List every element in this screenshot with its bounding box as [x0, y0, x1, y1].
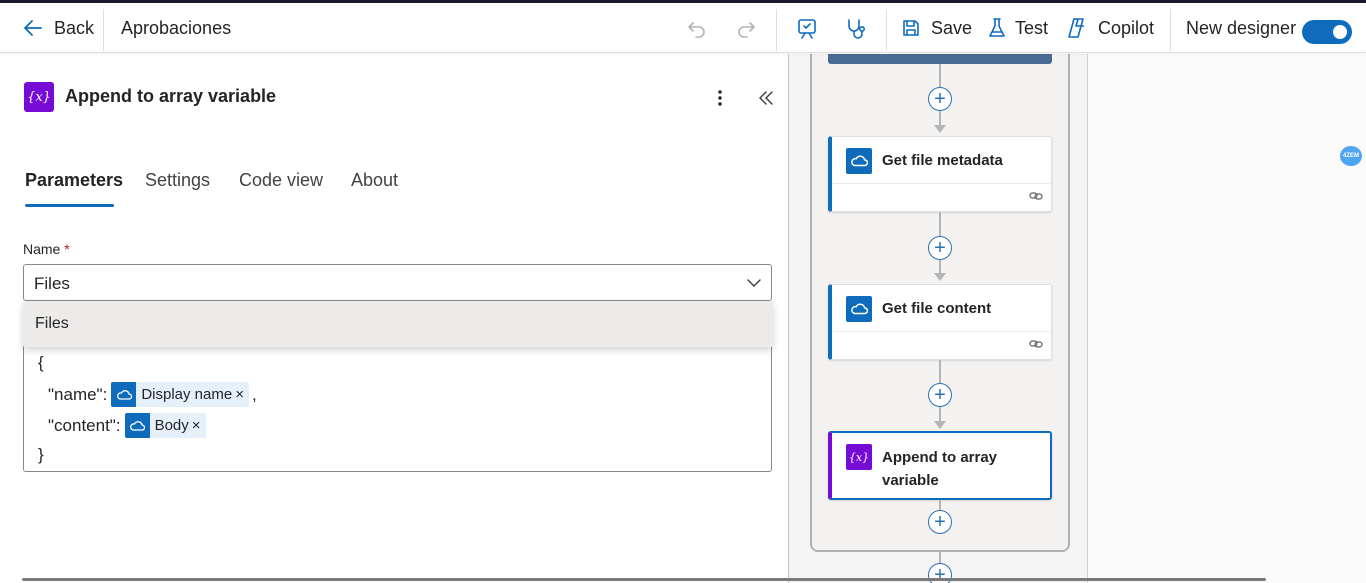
- panel-title: Append to array variable: [65, 86, 277, 106]
- variable-icon: {x}: [846, 444, 872, 470]
- flask-icon: [989, 18, 1005, 37]
- test-checker-button[interactable]: [843, 16, 869, 42]
- arrow-head: [934, 273, 946, 281]
- name-dropdown[interactable]: Files: [23, 264, 772, 301]
- dropdown-option-files[interactable]: Files: [35, 315, 69, 333]
- copilot-button[interactable]: Copilot: [1066, 3, 1154, 53]
- test-button[interactable]: Test: [987, 3, 1048, 53]
- value-editor[interactable]: { "name": Display name × , "content": Bo…: [23, 339, 772, 472]
- undo-icon: [688, 22, 705, 38]
- chevron-down-icon: [747, 279, 761, 287]
- name-key: "name":: [48, 384, 108, 404]
- onedrive-icon: [846, 296, 872, 322]
- redo-icon: [738, 22, 755, 38]
- action-details-panel: {x} Append to array variable Parameters …: [3, 54, 788, 583]
- canvas-background: [1087, 54, 1366, 583]
- test-label: Test: [1015, 17, 1049, 38]
- code-line-name: "name": Display name × ,: [48, 382, 257, 407]
- flow-canvas[interactable]: + Get file metadata + Get file content +…: [788, 54, 1366, 583]
- name-dropdown-list: Files: [23, 301, 773, 347]
- active-tab-indicator: [25, 204, 114, 207]
- display-name-token-label: Display name: [141, 386, 233, 403]
- save-label: Save: [931, 17, 973, 38]
- card-title: Get file content: [882, 300, 992, 317]
- card-title: Get file metadata: [882, 152, 1003, 169]
- stethoscope-icon: [848, 19, 866, 39]
- add-action-button[interactable]: +: [928, 510, 952, 534]
- copilot-label: Copilot: [1098, 17, 1155, 38]
- double-chevron-left-icon: [759, 91, 773, 105]
- add-action-button[interactable]: +: [928, 236, 952, 260]
- arrow-head: [934, 421, 946, 429]
- divider: [1170, 9, 1171, 51]
- tab-about[interactable]: About: [351, 170, 398, 191]
- flow-checker-button[interactable]: [794, 16, 820, 42]
- more-vertical-icon: [718, 90, 722, 106]
- remove-token-icon[interactable]: ×: [192, 417, 201, 434]
- variable-icon: {x}: [24, 82, 54, 112]
- onedrive-icon: [111, 382, 137, 407]
- onedrive-icon: [846, 148, 872, 174]
- code-line-content: "content": Body ×: [48, 413, 206, 438]
- code-open-brace: {: [38, 353, 44, 372]
- add-action-button[interactable]: +: [928, 87, 952, 111]
- card-title: Append to array variable: [882, 449, 998, 489]
- code-close-brace: }: [38, 445, 44, 464]
- remove-token-icon[interactable]: ×: [235, 386, 244, 403]
- card-divider: [832, 331, 1051, 332]
- name-label-text: Name: [23, 241, 61, 257]
- divider: [886, 9, 887, 51]
- back-button[interactable]: Back: [22, 3, 94, 53]
- add-action-button[interactable]: +: [928, 383, 952, 407]
- arrow-head: [934, 125, 946, 133]
- onedrive-icon: [124, 413, 150, 438]
- back-label: Back: [54, 17, 95, 38]
- new-designer-toggle[interactable]: [1302, 20, 1352, 44]
- tab-code-view[interactable]: Code view: [239, 170, 323, 191]
- card-append-to-array-variable[interactable]: {x} Append to array variable: [828, 431, 1052, 500]
- more-options-button[interactable]: [710, 86, 730, 110]
- divider: [776, 9, 777, 51]
- flow-name: Aprobaciones: [121, 17, 232, 38]
- card-divider: [832, 183, 1051, 184]
- tab-settings[interactable]: Settings: [145, 170, 210, 191]
- undo-button[interactable]: [684, 16, 710, 42]
- copilot-icon: [1068, 18, 1084, 38]
- body-token[interactable]: Body ×: [124, 413, 206, 438]
- display-name-token[interactable]: Display name ×: [111, 382, 249, 407]
- previous-action-card[interactable]: [828, 54, 1052, 64]
- required-mark: *: [64, 241, 70, 257]
- redo-button[interactable]: [733, 16, 759, 42]
- content-key: "content":: [48, 415, 121, 435]
- flow-checker-icon: [798, 19, 816, 39]
- new-designer-label: New designer: [1186, 17, 1297, 38]
- card-get-file-metadata[interactable]: Get file metadata: [828, 136, 1052, 212]
- name-dropdown-value: Files: [34, 274, 70, 293]
- horizontal-scrollbar[interactable]: [22, 578, 1266, 581]
- collapse-panel-button[interactable]: [755, 86, 777, 110]
- link-icon: [1029, 340, 1043, 348]
- save-button[interactable]: Save: [901, 3, 972, 53]
- card-get-file-content[interactable]: Get file content: [828, 284, 1052, 360]
- name-field-label: Name *: [23, 241, 70, 257]
- link-icon: [1029, 192, 1043, 200]
- tab-parameters[interactable]: Parameters: [25, 170, 123, 191]
- divider: [103, 9, 104, 51]
- comma: ,: [251, 384, 257, 404]
- designer-header: Back Aprobaciones Save Test Copilot New …: [0, 3, 1366, 53]
- body-token-label: Body: [154, 417, 189, 434]
- save-icon: [903, 20, 919, 36]
- status-badge[interactable]: 4ZEM: [1340, 146, 1362, 166]
- back-arrow-icon: [24, 20, 42, 36]
